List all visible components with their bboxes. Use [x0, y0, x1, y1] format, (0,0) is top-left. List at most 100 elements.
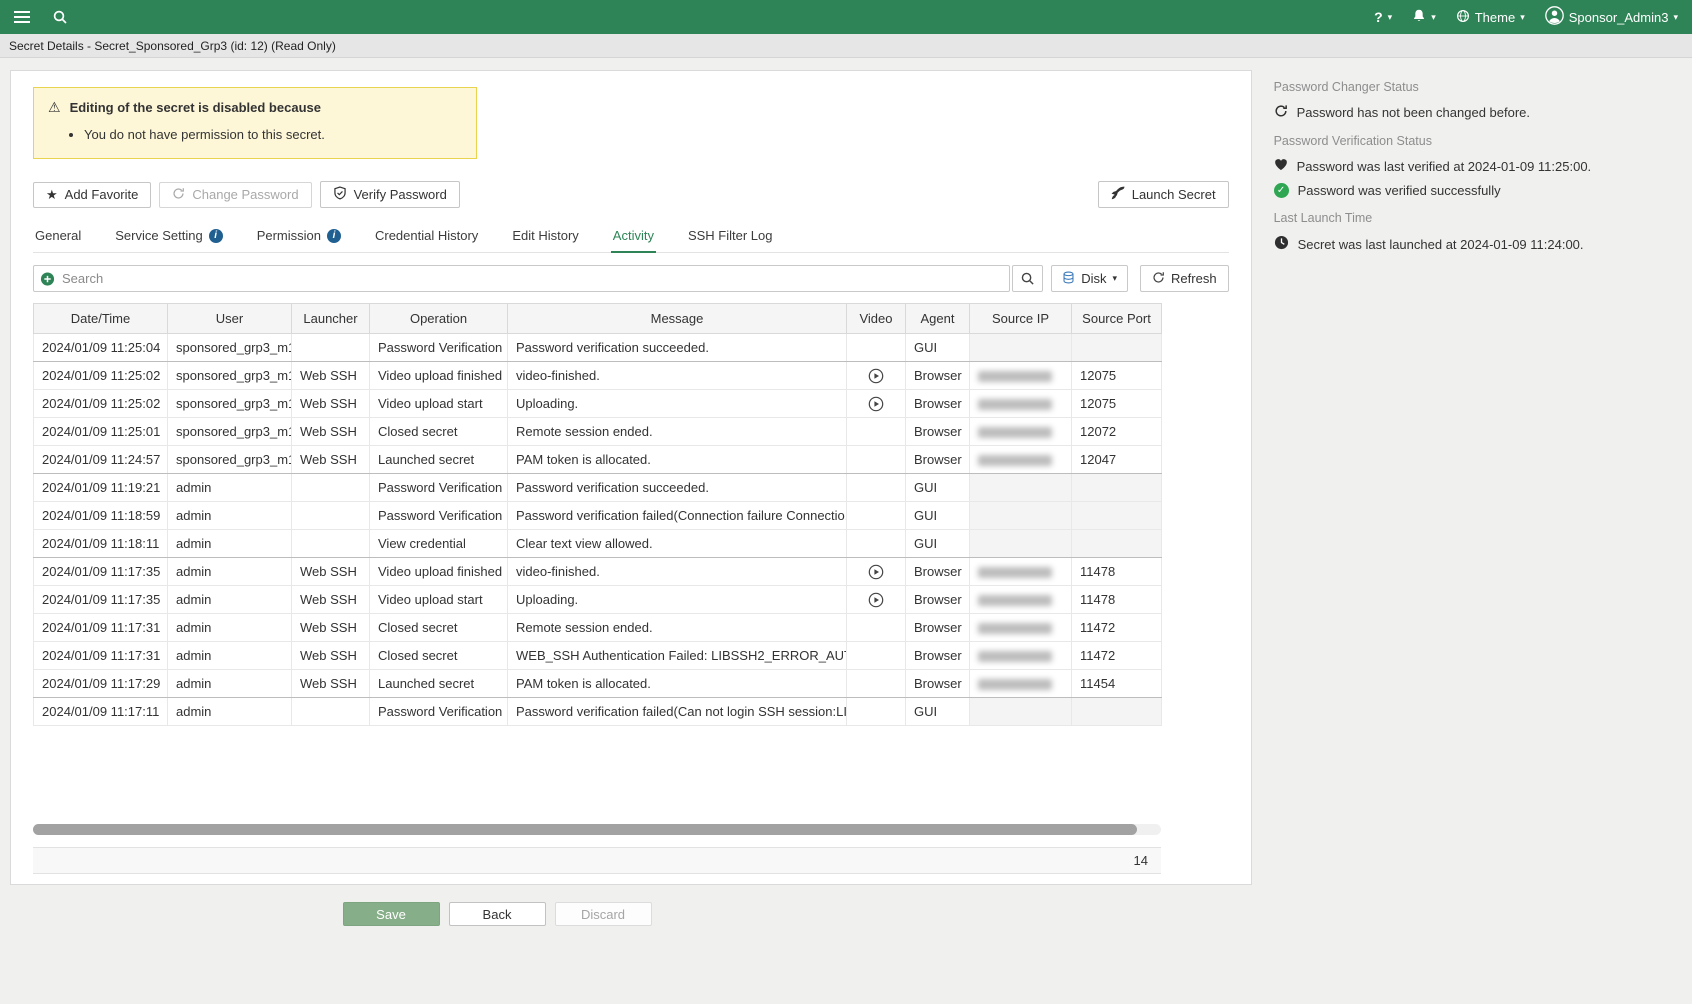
cell-user: sponsored_grp3_m1 — [168, 418, 292, 446]
tab[interactable]: SSH Filter Log — [686, 224, 775, 252]
cell-agent: GUI — [906, 502, 970, 530]
notifications-menu[interactable]: ▾ — [1412, 8, 1436, 26]
play-video-icon[interactable] — [868, 564, 884, 580]
cell-message: PAM token is allocated. — [508, 446, 847, 474]
tab[interactable]: General — [33, 224, 83, 252]
column-header[interactable]: User — [168, 304, 292, 334]
cell-agent: Browser — [906, 362, 970, 390]
cell-user: admin — [168, 698, 292, 726]
change-password-button[interactable]: Change Password — [159, 182, 311, 208]
cell-message: Password verification succeeded. — [508, 334, 847, 362]
table-row[interactable]: 2024/01/09 11:19:21 admin Password Verif… — [34, 474, 1162, 502]
column-header[interactable]: Message — [508, 304, 847, 334]
cell-video — [847, 642, 906, 670]
row-count: 14 — [1134, 853, 1148, 868]
user-menu[interactable]: Sponsor_Admin3 ▾ — [1545, 6, 1678, 28]
search-input[interactable] — [33, 265, 1010, 292]
theme-menu[interactable]: Theme ▾ — [1456, 9, 1525, 26]
column-header[interactable]: Launcher — [292, 304, 370, 334]
launch-secret-button[interactable]: Launch Secret — [1098, 181, 1229, 208]
activity-table: Date/TimeUserLauncherOperationMessageVid… — [33, 303, 1162, 726]
cell-source-port: 11454 — [1072, 670, 1162, 698]
cell-video — [847, 698, 906, 726]
column-header[interactable]: Date/Time — [34, 304, 168, 334]
add-filter-icon[interactable] — [40, 271, 55, 286]
tab[interactable]: Activity — [611, 224, 656, 252]
search-icon[interactable] — [52, 9, 68, 25]
tab-label: Service Setting — [115, 228, 202, 243]
cell-agent: GUI — [906, 334, 970, 362]
column-header[interactable]: Source IP — [970, 304, 1072, 334]
back-button[interactable]: Back — [449, 902, 546, 926]
cell-source-port: 12072 — [1072, 418, 1162, 446]
refresh-button[interactable]: Refresh — [1140, 265, 1229, 292]
discard-button[interactable]: Discard — [555, 902, 652, 926]
cell-video — [847, 334, 906, 362]
redacted-source-ip — [978, 595, 1052, 606]
chevron-down-icon: ▾ — [1431, 13, 1436, 22]
tab[interactable]: Edit History — [510, 224, 580, 252]
verify-password-button[interactable]: Verify Password — [320, 181, 460, 208]
cell-source-port — [1072, 474, 1162, 502]
table-row[interactable]: 2024/01/09 11:17:31 admin Web SSH Closed… — [34, 614, 1162, 642]
database-icon — [1062, 271, 1075, 287]
table-row[interactable]: 2024/01/09 11:17:35 admin Web SSH Video … — [34, 558, 1162, 586]
table-row[interactable]: 2024/01/09 11:17:29 admin Web SSH Launch… — [34, 670, 1162, 698]
info-icon: i — [209, 229, 223, 243]
column-header[interactable]: Source Port — [1072, 304, 1162, 334]
table-row[interactable]: 2024/01/09 11:18:11 admin View credentia… — [34, 530, 1162, 558]
cell-video — [847, 446, 906, 474]
verification-result-text: Password was verified successfully — [1298, 183, 1501, 198]
column-header[interactable]: Agent — [906, 304, 970, 334]
tab[interactable]: Permission i — [255, 224, 343, 252]
table-row[interactable]: 2024/01/09 11:25:02 sponsored_grp3_m1 We… — [34, 390, 1162, 418]
warning-title: Editing of the secret is disabled becaus… — [70, 100, 321, 115]
cell-source-port: 12075 — [1072, 362, 1162, 390]
column-header[interactable]: Video — [847, 304, 906, 334]
cell-message: Password verification failed(Connection … — [508, 502, 847, 530]
last-launch-time-section: Last Launch Time Secret was last launche… — [1274, 211, 1692, 253]
play-video-icon[interactable] — [868, 592, 884, 608]
table-row[interactable]: 2024/01/09 11:25:02 sponsored_grp3_m1 We… — [34, 362, 1162, 390]
column-header[interactable]: Operation — [370, 304, 508, 334]
cell-source-port: 11478 — [1072, 586, 1162, 614]
edit-disabled-warning: ⚠ Editing of the secret is disabled beca… — [33, 87, 477, 159]
horizontal-scrollbar-thumb[interactable] — [33, 824, 1137, 835]
menu-icon[interactable] — [14, 11, 30, 23]
table-row[interactable]: 2024/01/09 11:24:57 sponsored_grp3_m1 We… — [34, 446, 1162, 474]
cell-datetime: 2024/01/09 11:17:29 — [34, 670, 168, 698]
table-row[interactable]: 2024/01/09 11:25:04 sponsored_grp3_m1 Pa… — [34, 334, 1162, 362]
activity-toolbar: Disk ▾ Refresh — [33, 265, 1229, 292]
table-row[interactable]: 2024/01/09 11:17:11 admin Password Verif… — [34, 698, 1162, 726]
cell-agent: Browser — [906, 390, 970, 418]
cell-message: video-finished. — [508, 558, 847, 586]
table-row[interactable]: 2024/01/09 11:17:31 admin Web SSH Closed… — [34, 642, 1162, 670]
cell-source-port: 11478 — [1072, 558, 1162, 586]
save-button[interactable]: Save — [343, 902, 440, 926]
cell-operation: Closed secret — [370, 614, 508, 642]
search-submit-button[interactable] — [1012, 265, 1043, 292]
table-row[interactable]: 2024/01/09 11:18:59 admin Password Verif… — [34, 502, 1162, 530]
cell-message: Clear text view allowed. — [508, 530, 847, 558]
add-favorite-button[interactable]: ★ Add Favorite — [33, 182, 151, 208]
user-menu-label: Sponsor_Admin3 — [1569, 10, 1669, 25]
table-row[interactable]: 2024/01/09 11:17:35 admin Web SSH Video … — [34, 586, 1162, 614]
disk-dropdown[interactable]: Disk ▾ — [1051, 265, 1128, 292]
shield-check-icon — [333, 186, 347, 203]
cell-source-port: 11472 — [1072, 642, 1162, 670]
play-video-icon[interactable] — [868, 396, 884, 412]
tab[interactable]: Credential History — [373, 224, 480, 252]
tab[interactable]: Service Setting i — [113, 224, 224, 252]
cell-source-ip — [970, 670, 1072, 698]
cell-agent: Browser — [906, 642, 970, 670]
tab-label: General — [35, 228, 81, 243]
cell-user: admin — [168, 614, 292, 642]
help-menu[interactable]: ? ▾ — [1374, 9, 1392, 25]
horizontal-scrollbar-track[interactable] — [33, 824, 1161, 835]
cell-launcher: Web SSH — [292, 558, 370, 586]
table-row[interactable]: 2024/01/09 11:25:01 sponsored_grp3_m1 We… — [34, 418, 1162, 446]
check-circle-icon: ✓ — [1274, 183, 1289, 198]
play-video-icon[interactable] — [868, 368, 884, 384]
cell-agent: Browser — [906, 586, 970, 614]
cell-user: sponsored_grp3_m1 — [168, 362, 292, 390]
